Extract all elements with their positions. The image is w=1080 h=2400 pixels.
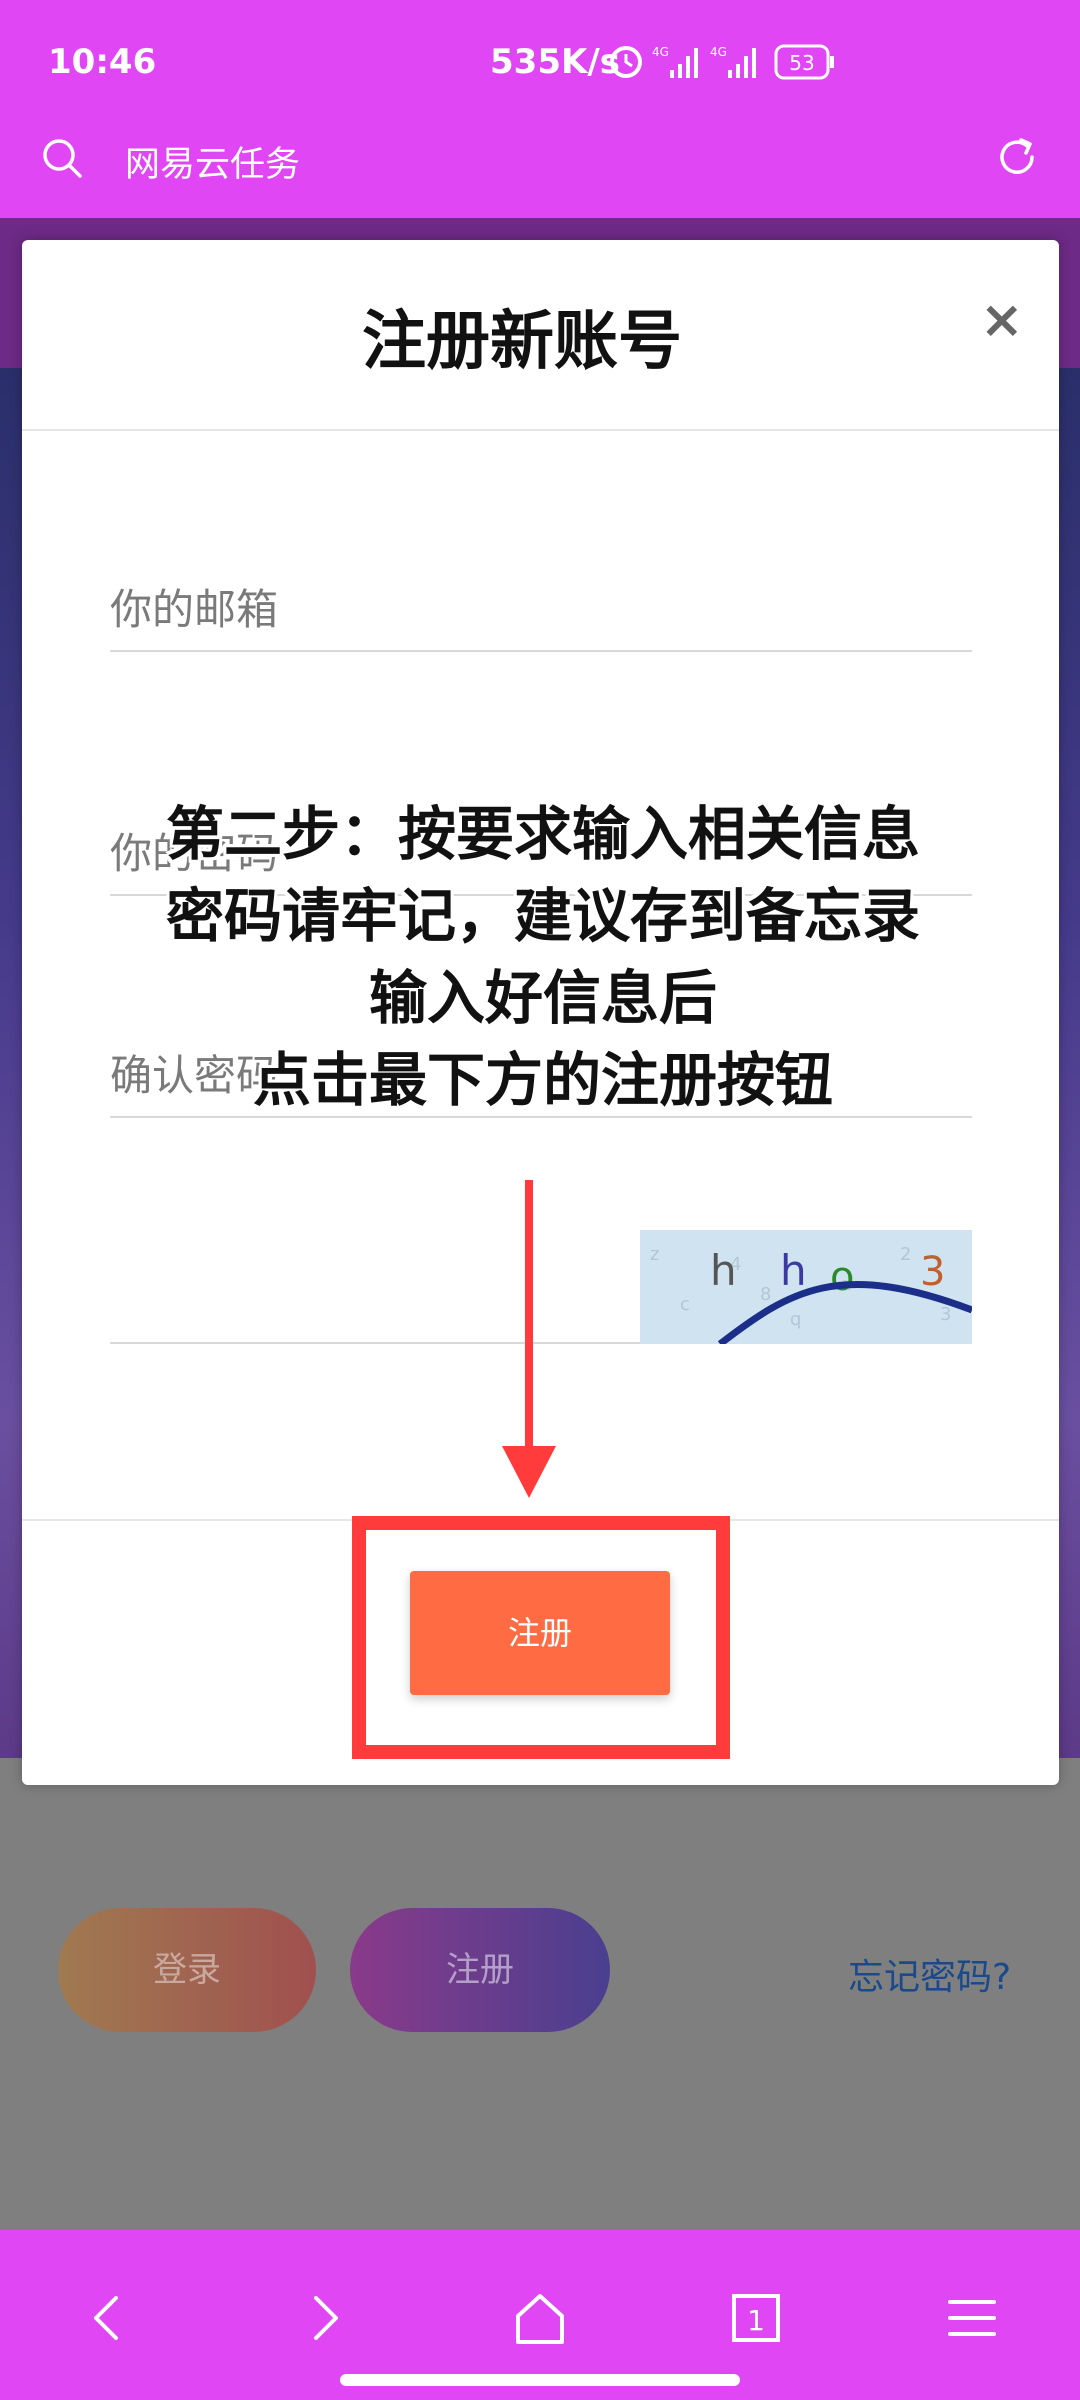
address-bar[interactable]: 网易云任务	[0, 120, 1080, 220]
highlight-box	[352, 1516, 730, 1759]
email-field[interactable]: 你的邮箱	[110, 576, 278, 637]
email-underline	[110, 650, 972, 652]
back-icon[interactable]	[78, 2288, 138, 2348]
home-indicator[interactable]	[340, 2374, 740, 2386]
signal-label-1: 4G	[652, 45, 669, 59]
svg-text:3: 3	[940, 1304, 951, 1325]
battery-level: 53	[789, 51, 814, 75]
svg-text:q: q	[790, 1309, 801, 1330]
home-icon[interactable]	[510, 2288, 570, 2348]
address-text[interactable]: 网易云任务	[125, 136, 300, 187]
down-arrow-icon	[502, 1180, 556, 1498]
forgot-password-link[interactable]: 忘记密码?	[848, 1948, 1011, 2000]
tutorial-note: 第二步：按要求输入相关信息 密码请牢记，建议存到备忘录 输入好信息后 点击最下方…	[60, 793, 1026, 1121]
note-line-2: 密码请牢记，建议存到备忘录	[165, 882, 920, 950]
network-speed: 535K/s	[490, 42, 620, 82]
svg-text:c: c	[680, 1294, 690, 1315]
svg-text:z: z	[650, 1244, 659, 1265]
tabs-icon[interactable]: 1	[726, 2288, 786, 2348]
note-line-1: 第二步：按要求输入相关信息	[165, 800, 920, 868]
divider	[22, 429, 1059, 431]
note-line-4: 点击最下方的注册按钮	[252, 1046, 833, 1114]
forward-icon[interactable]	[294, 2288, 354, 2348]
signal-2-icon	[728, 48, 756, 78]
signal-label-2: 4G	[710, 45, 727, 59]
svg-text:2: 2	[900, 1244, 911, 1265]
signal-1-icon	[670, 48, 698, 78]
status-icons: 4G 4G 53	[610, 44, 834, 80]
status-bar: 10:46 535K/s 4G 4G 53	[0, 0, 1080, 130]
status-time: 10:46	[48, 42, 157, 82]
svg-text:h: h	[710, 1246, 737, 1295]
captcha-image[interactable]: zc4q d238 h h o 3	[640, 1230, 972, 1344]
svg-text:o: o	[830, 1254, 854, 1300]
register-button[interactable]: 注册	[350, 1908, 610, 2032]
search-icon[interactable]	[40, 136, 84, 180]
close-button[interactable]: ×	[980, 290, 1024, 350]
modal-title: 注册新账号	[362, 305, 682, 379]
svg-text:1: 1	[747, 2304, 765, 2337]
svg-text:8: 8	[760, 1284, 771, 1305]
menu-icon[interactable]	[942, 2288, 1002, 2348]
svg-text:h: h	[780, 1246, 807, 1295]
login-button[interactable]: 登录	[58, 1908, 316, 2032]
svg-text:3: 3	[920, 1249, 945, 1295]
note-line-3: 输入好信息后	[368, 964, 717, 1032]
refresh-icon[interactable]	[994, 134, 1040, 180]
